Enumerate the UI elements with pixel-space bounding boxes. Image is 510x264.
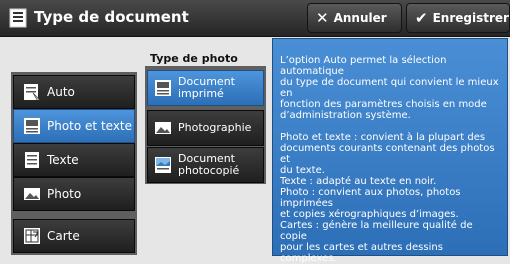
info-line: fonction des paramètres choisis en mode bbox=[280, 99, 487, 110]
info-line: Photo et texte : convient à la plupart d… bbox=[280, 132, 486, 143]
info-line: et copies xérographiques d’images. bbox=[280, 209, 459, 220]
info-line: du type de document qui convient le mieu… bbox=[280, 77, 499, 99]
page-title: Type de document bbox=[34, 8, 189, 26]
info-line: Texte : adapté au texte en noir. bbox=[280, 176, 437, 187]
cancel-label: Annuler bbox=[333, 11, 387, 25]
option-photo-text[interactable]: Photo et texte bbox=[13, 109, 135, 143]
close-icon: ✕ bbox=[316, 9, 329, 27]
info-line: L’option Auto permet la sélection automa… bbox=[280, 55, 447, 77]
option-auto[interactable]: Auto bbox=[13, 75, 135, 109]
photo-text-icon bbox=[24, 118, 40, 134]
photo-type-photograph[interactable]: Photographie bbox=[147, 110, 264, 146]
option-photo[interactable]: Photo bbox=[13, 177, 135, 211]
checkmark-icon: ✔ bbox=[415, 9, 428, 27]
title-bar: Type de document ✕ Annuler ✔ Enregistrer bbox=[0, 0, 510, 37]
info-paragraph-types: Photo et texte : convient à la plupart d… bbox=[280, 132, 501, 264]
option-text-label: Texte bbox=[47, 153, 79, 167]
info-line: pour les cartes et autres dessins comple… bbox=[280, 242, 443, 264]
photograph-icon bbox=[155, 122, 171, 134]
cancel-button[interactable]: ✕ Annuler bbox=[307, 3, 402, 33]
info-panel: L’option Auto permet la sélection automa… bbox=[272, 38, 508, 264]
map-icon bbox=[24, 228, 40, 244]
photo-type-printed-document[interactable]: Document imprimé bbox=[147, 70, 264, 106]
auto-document-icon bbox=[24, 84, 41, 101]
photo-icon bbox=[24, 188, 40, 200]
photocopied-document-icon bbox=[155, 157, 171, 173]
printed-document-label-2: imprimé bbox=[178, 87, 224, 100]
photocopied-document-label-2: photocopié bbox=[178, 164, 240, 177]
save-button[interactable]: ✔ Enregistrer bbox=[406, 3, 510, 33]
option-text[interactable]: Texte bbox=[13, 143, 135, 177]
info-paragraph-auto: L’option Auto permet la sélection automa… bbox=[280, 55, 501, 121]
info-line: Photo : convient aux photos, photos impr… bbox=[280, 187, 461, 209]
info-line: Cartes : génère la meilleure qualité de … bbox=[280, 220, 473, 242]
printed-document-icon bbox=[155, 80, 171, 96]
option-map-label: Carte bbox=[47, 229, 80, 243]
option-auto-label: Auto bbox=[47, 85, 75, 99]
photograph-label: Photographie bbox=[178, 121, 252, 134]
option-map[interactable]: Carte bbox=[13, 219, 135, 253]
option-photo-text-label: Photo et texte bbox=[47, 119, 133, 133]
text-document-icon bbox=[25, 152, 39, 168]
save-label: Enregistrer bbox=[432, 11, 509, 25]
option-photo-label: Photo bbox=[47, 187, 82, 201]
photo-type-label: Type de photo bbox=[150, 52, 238, 65]
info-line: documents courants contenant des photos … bbox=[280, 143, 495, 165]
info-line: d’administration système. bbox=[280, 110, 411, 121]
info-line: du texte. bbox=[280, 165, 325, 176]
photo-type-photocopied-document[interactable]: Document photocopié bbox=[147, 147, 264, 183]
document-type-icon bbox=[9, 8, 27, 28]
